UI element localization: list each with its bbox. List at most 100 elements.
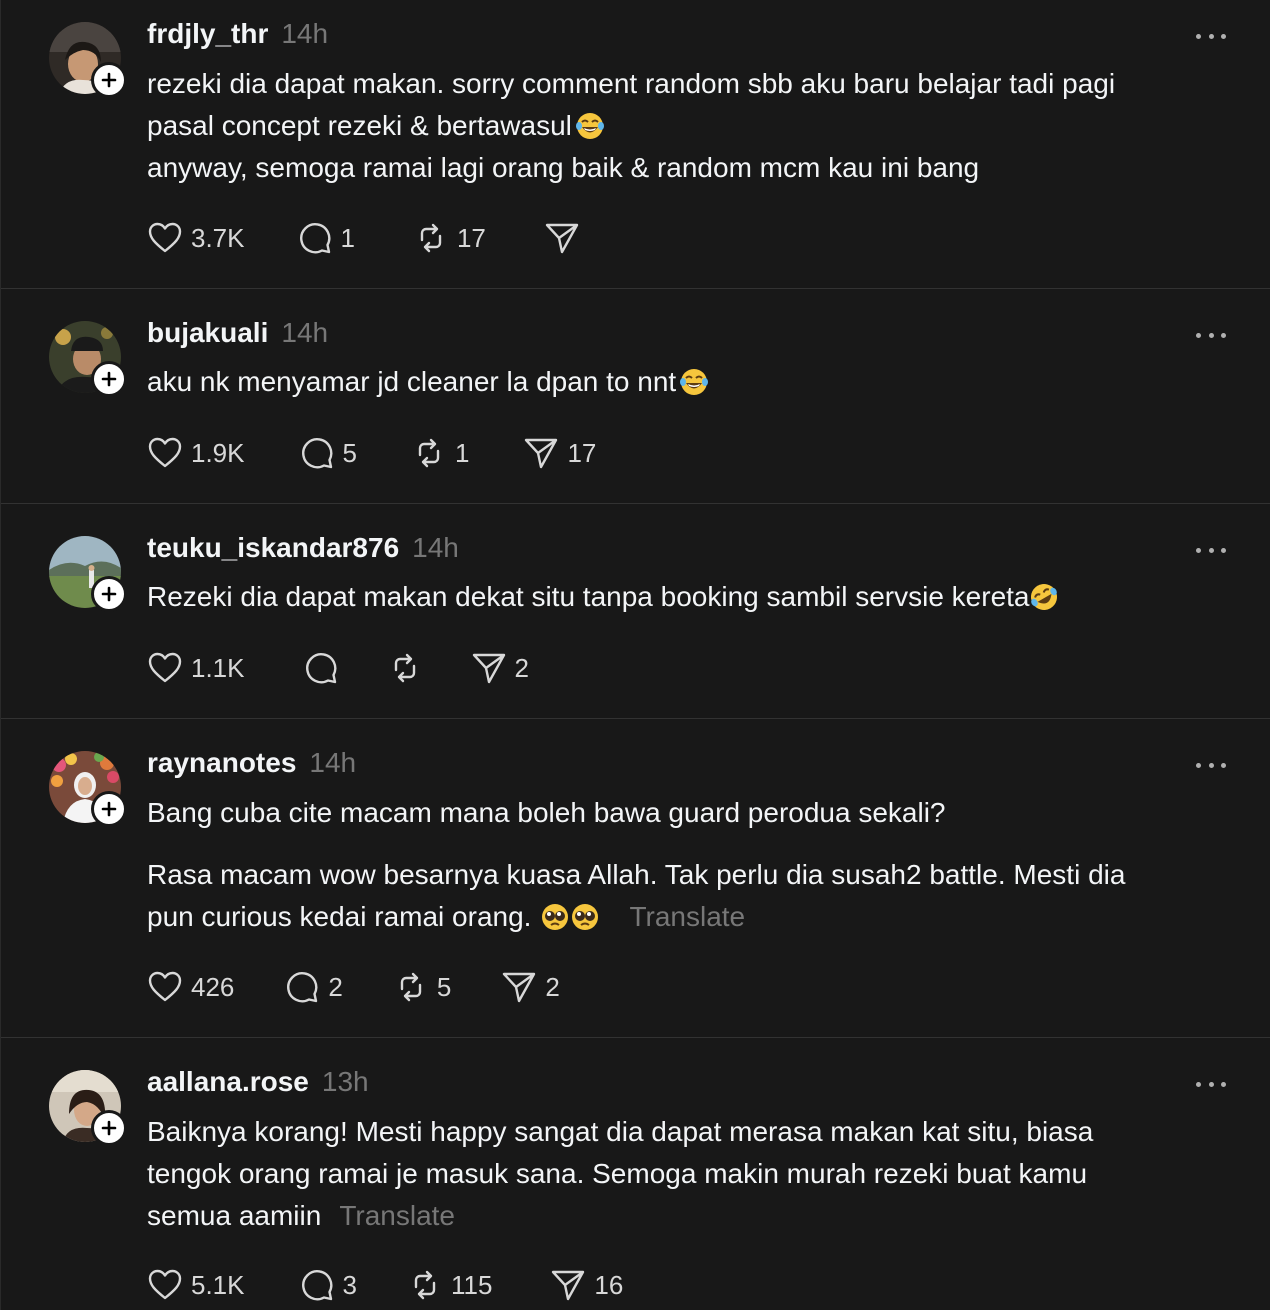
more-horizontal-icon <box>1196 332 1201 338</box>
post-header: teuku_iskandar876 14h <box>147 532 459 564</box>
timestamp[interactable]: 13h <box>322 1066 369 1098</box>
reply-count: 1 <box>340 222 355 253</box>
timestamp[interactable]: 14h <box>412 532 459 564</box>
more-horizontal-icon <box>1196 762 1201 768</box>
post-text: Baiknya korang! Mesti happy sangat dia d… <box>147 1111 1237 1237</box>
share-button[interactable]: 17 <box>523 435 596 471</box>
reply-button[interactable]: 3 <box>299 1267 357 1303</box>
speech-bubble-icon <box>299 223 330 254</box>
like-button[interactable]: 426 <box>147 969 234 1005</box>
reply-count: 5 <box>342 437 357 468</box>
follow-button[interactable] <box>91 361 127 397</box>
username[interactable]: bujakuali <box>147 317 268 349</box>
share-button[interactable]: 2 <box>501 969 560 1005</box>
more-options-button[interactable] <box>1196 26 1226 46</box>
timestamp[interactable]: 14h <box>309 747 356 779</box>
username[interactable]: raynanotes <box>147 747 296 779</box>
text-line: anyway, semoga ramai lagi orang baik & r… <box>147 152 980 183</box>
share-count: 16 <box>594 1269 624 1300</box>
repost-count: 115 <box>450 1269 493 1300</box>
like-button[interactable]: 1.9K <box>147 435 245 471</box>
text-line: aku nk menyamar jd cleaner la dpan to nn… <box>147 361 1237 403</box>
heart-icon <box>148 437 182 468</box>
more-options-button[interactable] <box>1196 325 1226 345</box>
post-header: aallana.rose 13h <box>147 1066 369 1098</box>
post-actions: 1.9K 5 1 17 <box>147 433 596 473</box>
avatar-container[interactable] <box>49 751 127 827</box>
reply-count: 2 <box>328 971 343 1002</box>
follow-button[interactable] <box>91 62 127 98</box>
text-line: semua aamiin Translate <box>147 1200 455 1231</box>
post-header: bujakuali 14h <box>147 317 328 349</box>
post-header: raynanotes 14h <box>147 747 356 779</box>
repost-button[interactable]: 17 <box>413 220 486 256</box>
timestamp[interactable]: 14h <box>281 18 328 50</box>
translate-link[interactable]: Translate <box>339 1200 455 1231</box>
heart-icon <box>148 652 182 683</box>
repost-count: 1 <box>454 437 470 468</box>
share-button[interactable]: 2 <box>471 650 529 686</box>
share-count: 17 <box>567 437 597 468</box>
reply-count: 3 <box>342 1269 357 1300</box>
speech-bubble-icon <box>287 972 318 1003</box>
post-text: rezeki dia dapat makan. sorry comment ra… <box>147 63 1237 189</box>
post-actions: 5.1K 3 115 16 <box>147 1265 623 1305</box>
translate-link[interactable]: Translate <box>629 901 745 932</box>
repost-arrows-icon <box>400 972 422 1002</box>
share-count: 2 <box>514 652 529 683</box>
like-button[interactable]: 1.1K <box>147 650 245 686</box>
heart-icon <box>148 222 182 253</box>
post-text: aku nk menyamar jd cleaner la dpan to nn… <box>147 361 1237 403</box>
like-count: 1.1K <box>191 652 245 683</box>
like-count: 5.1K <box>191 1269 245 1300</box>
post-text: Rezeki dia dapat makan dekat situ tanpa … <box>147 576 1237 618</box>
reply-button[interactable]: 2 <box>284 969 343 1005</box>
more-options-button[interactable] <box>1196 1074 1226 1094</box>
reply-button[interactable] <box>303 650 339 686</box>
post-actions: 426 2 5 2 <box>147 967 560 1007</box>
avatar-container[interactable] <box>49 321 127 397</box>
repost-button[interactable] <box>387 650 423 686</box>
username[interactable]: frdjly_thr <box>147 18 268 50</box>
reply-button[interactable]: 5 <box>299 435 357 471</box>
more-horizontal-icon <box>1196 547 1201 553</box>
share-button[interactable] <box>544 220 588 256</box>
speech-bubble-icon <box>305 653 336 684</box>
avatar-container[interactable] <box>49 536 127 612</box>
username[interactable]: aallana.rose <box>147 1066 309 1098</box>
follow-button[interactable] <box>91 576 127 612</box>
like-button[interactable]: 5.1K <box>147 1267 245 1303</box>
text-line: rezeki dia dapat makan. sorry comment ra… <box>147 68 1116 99</box>
reply-button[interactable]: 1 <box>297 220 355 256</box>
plus-icon <box>101 801 117 817</box>
follow-button[interactable] <box>91 1110 127 1146</box>
paper-plane-icon <box>503 972 536 1003</box>
avatar-container[interactable] <box>49 22 127 98</box>
repost-button[interactable]: 5 <box>393 969 451 1005</box>
share-button[interactable]: 16 <box>550 1267 623 1303</box>
repost-button[interactable]: 115 <box>407 1267 492 1303</box>
comment-feed: frdjly_thr 14h rezeki dia dapat makan. s… <box>0 0 1270 1310</box>
repost-button[interactable]: 1 <box>411 435 469 471</box>
post-item: raynanotes 14h Bang cuba cite macam mana… <box>1 719 1270 1038</box>
repost-count: 17 <box>456 222 486 253</box>
plus-icon <box>101 371 117 387</box>
paper-plane-icon <box>545 223 579 254</box>
more-options-button[interactable] <box>1196 755 1226 775</box>
text-line: Baiknya korang! Mesti happy sangat dia d… <box>147 1116 1094 1147</box>
post-text: Bang cuba cite macam mana boleh bawa gua… <box>147 792 1237 938</box>
post-item: aallana.rose 13h Baiknya korang! Mesti h… <box>1 1038 1270 1310</box>
text-line: Rezeki dia dapat makan dekat situ tanpa … <box>147 576 1237 618</box>
timestamp[interactable]: 14h <box>281 317 328 349</box>
repost-arrows-icon <box>420 223 442 253</box>
username[interactable]: teuku_iskandar876 <box>147 532 399 564</box>
follow-button[interactable] <box>91 791 127 827</box>
like-button[interactable]: 3.7K <box>147 220 245 256</box>
paper-plane-icon <box>552 1270 585 1301</box>
avatar-container[interactable] <box>49 1070 127 1146</box>
text-line: pasal concept rezeki & bertawasul <box>147 105 1237 147</box>
like-count: 1.9K <box>191 437 245 468</box>
heart-icon <box>148 1269 182 1300</box>
more-options-button[interactable] <box>1196 540 1226 560</box>
repost-arrows-icon <box>414 1270 436 1300</box>
